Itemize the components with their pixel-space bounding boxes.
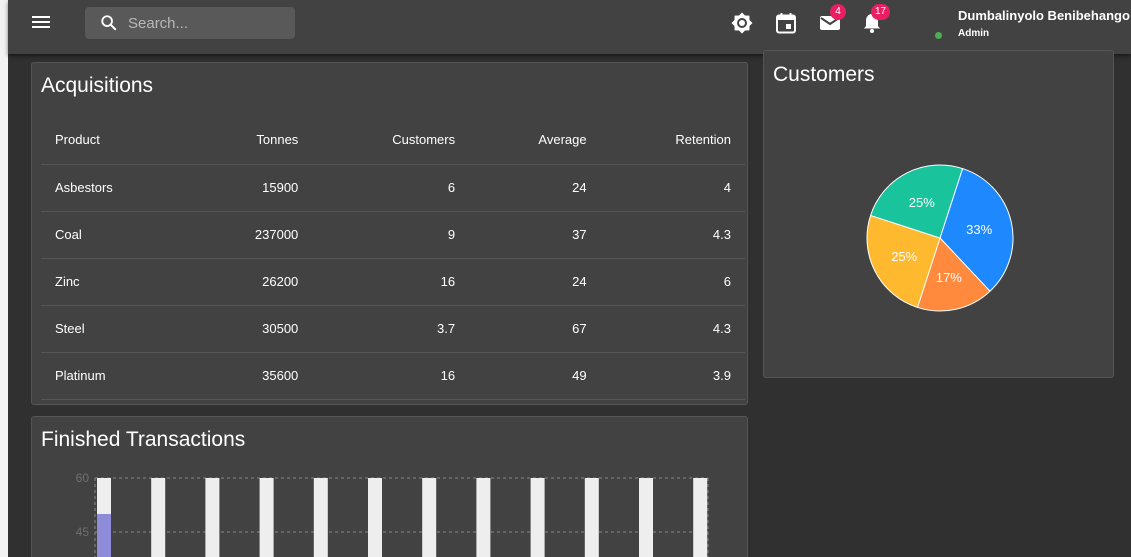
- cell-retention: 4.3: [600, 211, 745, 259]
- cell-retention: 4: [600, 164, 745, 212]
- acquisitions-title: Acquisitions: [41, 74, 154, 97]
- finished-transactions-card: Finished Transactions 60 45: [31, 416, 748, 557]
- y-tick-label: 45: [76, 525, 90, 539]
- menu-icon[interactable]: [32, 15, 50, 29]
- cell-customers: 16: [312, 258, 470, 306]
- user-name[interactable]: Dumbalinyolo Benibehango: [958, 8, 1130, 23]
- user-role: Admin: [958, 28, 990, 39]
- bar-background[interactable]: [205, 478, 220, 557]
- bell-icon[interactable]: 17: [860, 4, 891, 35]
- top-app-bar: 4 17 Dumbalinyolo Benibehango Admin: [8, 0, 1131, 54]
- cell-retention: 3.9: [600, 352, 745, 400]
- pie-slice-label: 33%: [966, 222, 992, 237]
- cell-tonnes: 237000: [189, 211, 313, 259]
- window-edge: [0, 0, 8, 557]
- table-row[interactable]: Zinc 26200 16 24 6: [41, 258, 745, 306]
- cell-product: Coal: [41, 211, 190, 259]
- search-input[interactable]: [128, 13, 288, 33]
- bar-background[interactable]: [259, 478, 274, 557]
- finished-transactions-bar-chart: 60 45: [76, 471, 709, 557]
- acquisitions-card: Acquisitions Product Tonnes Customers Av…: [31, 62, 748, 405]
- mail-icon[interactable]: 4: [818, 4, 846, 35]
- column-header-product[interactable]: Product: [41, 115, 190, 165]
- cell-customers: 3.7: [312, 305, 470, 353]
- bar-background[interactable]: [639, 478, 653, 557]
- table-row[interactable]: Asbestors 15900 6 24 4: [41, 164, 745, 212]
- cell-retention: 4.3: [600, 305, 745, 353]
- cell-tonnes: 26200: [189, 258, 313, 306]
- cell-average: 37: [469, 211, 601, 259]
- cell-customers: 16: [312, 352, 470, 400]
- cell-tonnes: 30500: [189, 305, 313, 353]
- bar-background[interactable]: [584, 478, 599, 557]
- cell-product: Zinc: [41, 258, 190, 306]
- bar-background[interactable]: [693, 478, 708, 557]
- cell-retention: 6: [600, 258, 745, 306]
- bar-background[interactable]: [530, 478, 545, 557]
- table-row[interactable]: Platinum 35600 16 49 3.9: [41, 352, 745, 400]
- cell-tonnes: 15900: [189, 164, 313, 212]
- mail-count-badge: 4: [830, 4, 846, 20]
- cell-average: 67: [469, 305, 601, 353]
- calendar-icon[interactable]: [774, 11, 798, 35]
- table-row[interactable]: Steel 30500 3.7 67 4.3: [41, 305, 745, 353]
- bar-background[interactable]: [151, 478, 166, 557]
- cell-average: 24: [469, 258, 601, 306]
- cell-customers: 6: [312, 164, 470, 212]
- cell-product: Platinum: [41, 352, 190, 400]
- bar-background[interactable]: [368, 478, 382, 557]
- column-header-customers[interactable]: Customers: [312, 115, 470, 165]
- bar-background[interactable]: [476, 478, 491, 557]
- column-header-tonnes[interactable]: Tonnes: [189, 115, 313, 165]
- bar-background[interactable]: [422, 478, 437, 557]
- cell-product: Steel: [41, 305, 190, 353]
- cell-average: 49: [469, 352, 601, 400]
- table-header-row: Product Tonnes Customers Average Retenti…: [41, 115, 745, 165]
- column-header-retention[interactable]: Retention: [600, 115, 745, 165]
- cell-product: Asbestors: [41, 164, 190, 212]
- pie-slice-label: 25%: [891, 249, 917, 264]
- pie-slice-label: 17%: [936, 270, 962, 285]
- pie-slice-label: 25%: [909, 195, 935, 210]
- brightness-icon[interactable]: [730, 11, 754, 35]
- bar-background[interactable]: [313, 478, 328, 557]
- search-icon: [101, 15, 117, 31]
- acquisitions-table: Product Tonnes Customers Average Retenti…: [41, 115, 745, 400]
- column-header-average[interactable]: Average: [469, 115, 601, 165]
- cell-tonnes: 35600: [189, 352, 313, 400]
- bar[interactable]: [97, 514, 111, 557]
- online-status-indicator: [935, 32, 942, 39]
- customers-card: Customers 33% 17% 25% 25%: [763, 50, 1114, 378]
- y-tick-label: 60: [76, 471, 90, 485]
- customers-pie-chart: 33% 17% 25% 25%: [866, 164, 1014, 312]
- search-box[interactable]: [85, 7, 295, 39]
- notification-count-badge: 17: [871, 4, 891, 20]
- cell-customers: 9: [312, 211, 470, 259]
- table-row[interactable]: Coal 237000 9 37 4.3: [41, 211, 745, 259]
- cell-average: 24: [469, 164, 601, 212]
